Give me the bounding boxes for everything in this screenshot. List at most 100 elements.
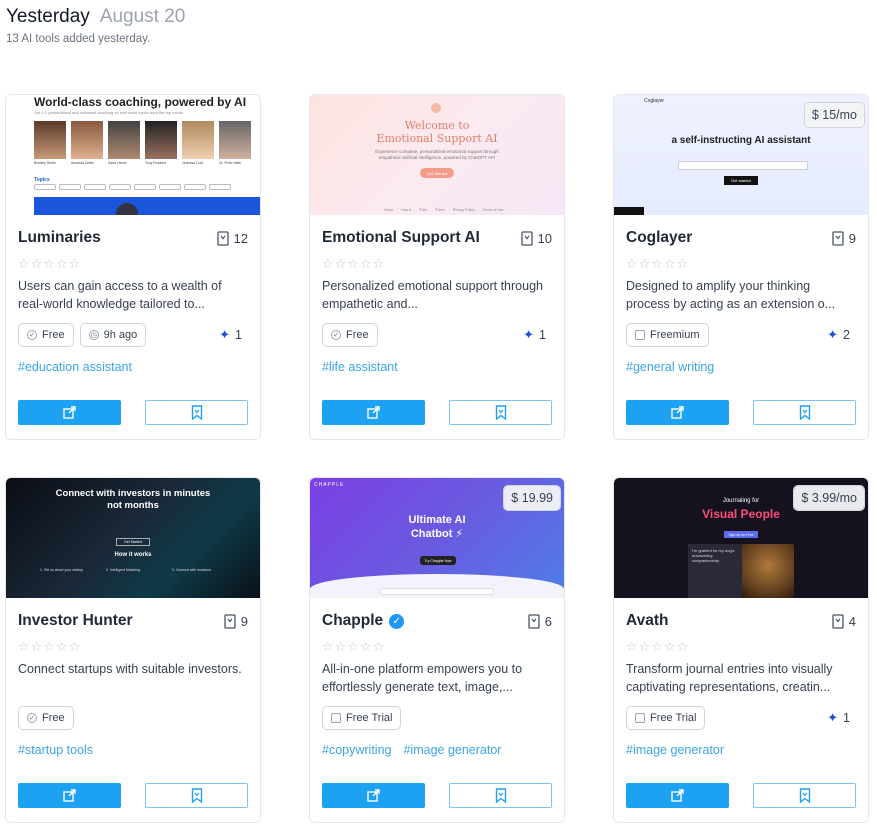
category-tag[interactable]: #general writing [626, 360, 714, 374]
save-count: 4 [832, 614, 856, 629]
tool-name[interactable]: Coglayer [626, 229, 692, 247]
tool-name[interactable]: Chapple ✓ [322, 612, 405, 630]
visit-website-button[interactable] [626, 783, 729, 808]
tool-name[interactable]: Avath [626, 612, 669, 630]
tool-screenshot[interactable]: World-class coaching, powered by AI Get … [6, 95, 260, 215]
bookmark-icon [832, 614, 844, 629]
rating-stars[interactable]: ☆☆☆☆☆ [18, 256, 81, 272]
external-link-icon [367, 789, 380, 802]
day-heading: Yesterday [6, 6, 90, 27]
bookmark-icon [528, 614, 540, 629]
tool-card-luminaries[interactable]: World-class coaching, powered by AI Get … [5, 94, 261, 440]
screenshot-nav: Home How It Price Prices Privacy Policy Terms… [384, 208, 504, 212]
sparkle-icon: ✦ [827, 327, 839, 342]
tool-card-coglayer[interactable]: Coglayer a self-instructing AI assistant… [613, 94, 869, 440]
tool-screenshot[interactable]: Connect with investors in minutes not mo… [6, 478, 260, 598]
coach-photos [34, 121, 251, 159]
price-badge: $ 15/mo [804, 103, 864, 127]
screenshot-topics-label: Topics [34, 177, 50, 183]
category-tag[interactable]: #image generator [626, 743, 724, 757]
visit-website-button[interactable] [18, 783, 121, 808]
pricing-badge: ✓ Free [18, 706, 74, 730]
price-badge: $ 19.99 [504, 486, 560, 510]
tool-card-avath[interactable]: Journaling for Visual People Sign up for… [613, 477, 869, 823]
bookmark-button[interactable] [753, 400, 856, 425]
rating-stars[interactable]: ☆☆☆☆☆ [322, 639, 385, 655]
screenshot-cta: Sign up for Free [724, 531, 758, 538]
tool-card-emotional-support-ai[interactable]: Welcome to Emotional Support AI Experien… [309, 94, 565, 440]
pricing-badge: Free Trial [322, 706, 402, 730]
visit-website-button[interactable] [322, 400, 425, 425]
price-badge: $ 3.99/mo [794, 486, 864, 510]
tool-name[interactable]: Luminaries [18, 229, 101, 247]
verified-icon: ✓ [389, 613, 405, 629]
bookmark-icon [799, 405, 810, 420]
screenshot-cta: Try Chapple Now [420, 556, 456, 565]
tool-name[interactable]: Emotional Support AI [322, 229, 480, 247]
featured-count: ✦ 1 [827, 710, 850, 725]
screenshot-headline: Ultimate AI [408, 514, 466, 526]
category-tag[interactable]: #startup tools [18, 743, 93, 757]
tool-card-chapple[interactable]: CHAPPLE Ultimate AI Chatbot ⚡ Try Chappl… [309, 477, 565, 823]
pricing-badge: ✓ Free [322, 323, 378, 347]
tool-description: Users can gain access to a wealth of rea… [18, 279, 222, 311]
tool-description: Designed to amplify your thinking proces… [626, 279, 836, 311]
bookmark-button[interactable] [145, 783, 248, 808]
save-count: 10 [520, 231, 552, 246]
bookmark-icon [495, 788, 506, 803]
tool-description: Personalized emotional support through e… [322, 279, 543, 311]
featured-count: ✦ 1 [219, 327, 242, 342]
screenshot-headline: Welcome to [404, 119, 470, 132]
bookmark-icon [191, 788, 202, 803]
tool-description: All-in-one platform empowers you to effo… [322, 662, 523, 694]
tool-screenshot[interactable]: Welcome to Emotional Support AI Experien… [310, 95, 564, 215]
screenshot-headline: Connect with investors in minutes [55, 488, 211, 499]
clock-icon: ◷ [88, 330, 99, 340]
lock-icon [635, 330, 645, 340]
rating-stars[interactable]: ☆☆☆☆☆ [626, 256, 689, 272]
tool-name[interactable]: Investor Hunter [18, 612, 133, 630]
external-link-icon [671, 406, 684, 419]
external-link-icon [671, 789, 684, 802]
check-circle-icon: ✓ [27, 713, 37, 723]
bookmark-button[interactable] [449, 783, 552, 808]
rating-stars[interactable]: ☆☆☆☆☆ [626, 639, 689, 655]
rating-stars[interactable]: ☆☆☆☆☆ [322, 256, 385, 272]
date-heading: August 20 [99, 6, 186, 27]
category-tag[interactable]: #image generator [403, 743, 501, 757]
visit-website-button[interactable] [322, 783, 425, 808]
visit-website-button[interactable] [18, 400, 121, 425]
bookmark-button[interactable] [145, 400, 248, 425]
tool-card-investor-hunter[interactable]: Connect with investors in minutes not mo… [5, 477, 261, 823]
screenshot-headline: a self-instructing AI assistant [671, 135, 811, 146]
bookmark-button[interactable] [449, 400, 552, 425]
bookmark-icon [224, 614, 236, 629]
screenshot-cta: Get Started [116, 538, 150, 546]
sparkle-icon: ✦ [219, 327, 231, 342]
screenshot-brand: Coglayer [644, 98, 665, 104]
category-tag[interactable]: #life assistant [322, 360, 398, 374]
save-count: 12 [216, 231, 248, 246]
sparkle-icon: ✦ [523, 327, 535, 342]
bookmark-icon [520, 231, 533, 246]
lock-icon [331, 713, 341, 723]
pricing-badge: ✓ Free [18, 323, 74, 347]
bookmark-icon [191, 405, 202, 420]
bookmark-icon [832, 231, 844, 246]
external-link-icon [367, 406, 380, 419]
check-circle-icon: ✓ [27, 330, 37, 340]
category-tag[interactable]: #copywriting [322, 743, 391, 757]
save-count: 9 [224, 614, 248, 629]
rating-stars[interactable]: ☆☆☆☆☆ [18, 639, 81, 655]
visit-website-button[interactable] [626, 400, 729, 425]
save-count: 6 [528, 614, 552, 629]
screenshot-headline: Chatbot ⚡ [410, 528, 464, 540]
screenshot-subline: Get 1:1 personalized and unbiased coachi… [34, 110, 183, 115]
category-tag[interactable]: #education assistant [18, 360, 132, 374]
added-time-badge: ◷ 9h ago [79, 323, 147, 347]
bookmark-button[interactable] [753, 783, 856, 808]
screenshot-steps: 1. Tell us about your startup 2. Intelli… [40, 568, 212, 572]
sparkle-icon: ✦ [827, 710, 839, 725]
tool-description: Connect startups with suitable investors… [18, 662, 242, 676]
screenshot-headline: not months [107, 500, 159, 511]
